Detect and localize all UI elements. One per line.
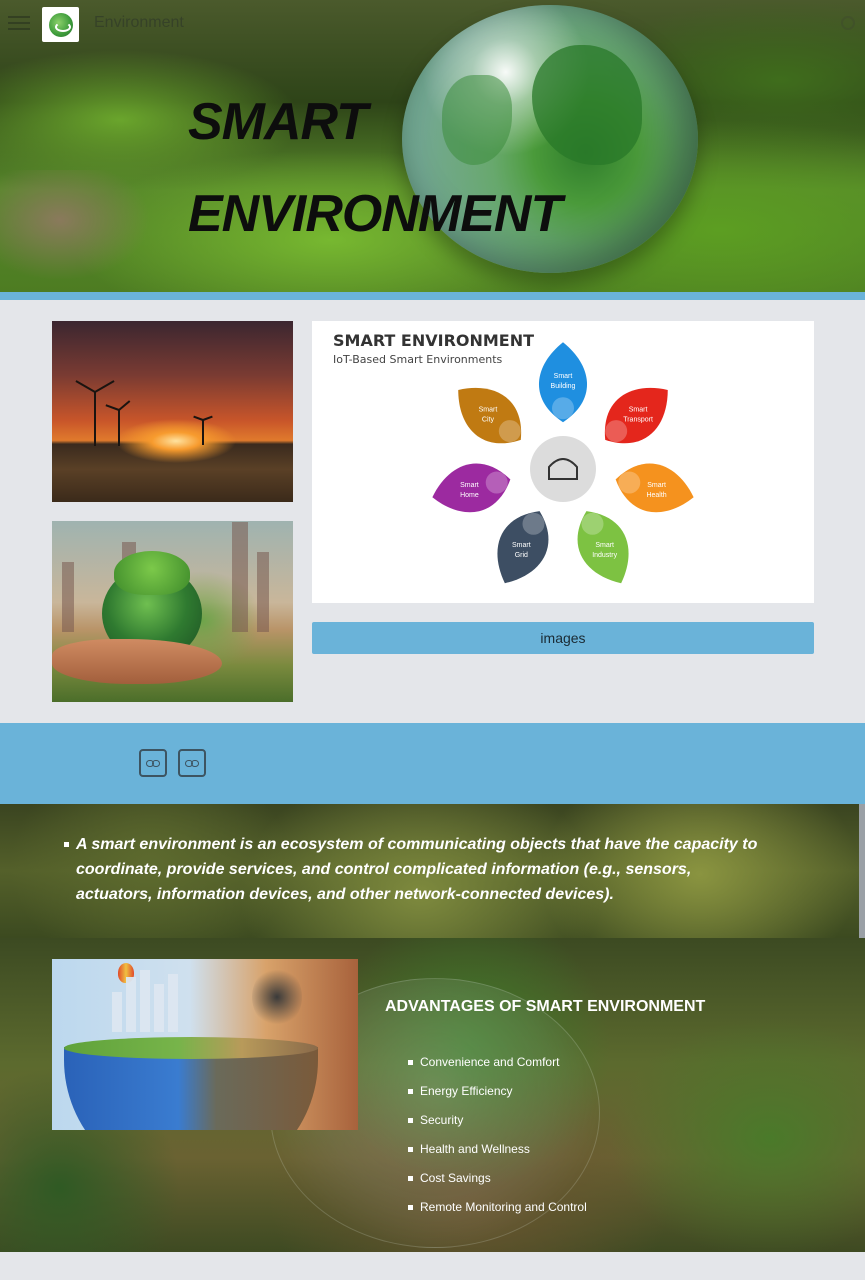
advantages-title: ADVANTAGES OF SMART ENVIRONMENT xyxy=(385,998,706,1015)
advantages-list: Convenience and Comfort Energy Efficienc… xyxy=(408,1055,587,1229)
petal-label: Building xyxy=(551,383,576,390)
search-icon[interactable] xyxy=(841,16,855,30)
petal-label: Smart xyxy=(479,407,498,414)
hamburger-menu-icon[interactable] xyxy=(8,16,30,32)
top-navigation-bar: Environment xyxy=(0,0,865,48)
advantage-item: Remote Monitoring and Control xyxy=(408,1200,587,1229)
hero-banner: Environment SMART ENVIRONMENT xyxy=(0,0,865,292)
definition-section: A smart environment is an ecosystem of c… xyxy=(0,804,865,938)
petal-home: Smart Home xyxy=(432,463,511,513)
links-band xyxy=(0,723,865,804)
petal-diagram: SmartBuildingSmartTransportSmartHealthSm… xyxy=(432,342,694,584)
advantage-item: Energy Efficiency xyxy=(408,1084,587,1113)
advantage-item: Health and Wellness xyxy=(408,1142,587,1171)
petal-health: Smart Health xyxy=(615,463,694,513)
petal-label: Grid xyxy=(515,552,528,559)
section-divider xyxy=(0,292,865,300)
petal-industry: Smart Industry xyxy=(577,511,629,584)
petal-label: Smart xyxy=(647,482,666,489)
petal-transport: Smart Transport xyxy=(604,387,668,444)
smart-environment-diagram: SMART ENVIRONMENT IoT-Based Smart Enviro… xyxy=(312,321,814,603)
scrollbar[interactable] xyxy=(859,804,865,938)
petal-label: Smart xyxy=(629,407,648,414)
petal-label: Home xyxy=(460,492,479,499)
link-icon xyxy=(185,759,199,767)
petal-city: Smart City xyxy=(458,387,522,444)
advantages-section: ADVANTAGES OF SMART ENVIRONMENT Convenie… xyxy=(0,938,865,1252)
advantage-item: Security xyxy=(408,1113,587,1142)
hero-soil xyxy=(0,170,160,290)
recycle-globe-icon xyxy=(48,12,73,37)
petal-label: Smart xyxy=(512,542,531,549)
link-button[interactable] xyxy=(178,749,206,777)
greenhouse-center-icon xyxy=(530,436,596,502)
petal-building: Smart Building xyxy=(538,342,588,423)
petal-label: Smart xyxy=(595,542,614,549)
definition-text: A smart environment is an ecosystem of c… xyxy=(76,836,758,903)
images-label-bar[interactable]: images xyxy=(312,622,814,654)
petal-label: Transport xyxy=(623,417,653,424)
hero-title-line-1: SMART xyxy=(188,93,368,151)
split-earth-image xyxy=(52,959,358,1130)
link-icon xyxy=(146,759,160,767)
petal-label: Smart xyxy=(460,482,479,489)
earth-in-hands-image xyxy=(52,521,293,702)
petal-label: City xyxy=(482,417,495,424)
advantage-item: Cost Savings xyxy=(408,1171,587,1200)
wind-turbine-sunset-image xyxy=(52,321,293,502)
bullet xyxy=(64,842,69,847)
site-logo[interactable] xyxy=(42,7,79,42)
link-button[interactable] xyxy=(139,749,167,777)
advantage-item: Convenience and Comfort xyxy=(408,1055,587,1084)
hero-title-line-2: ENVIRONMENT xyxy=(188,185,562,243)
petal-label: Health xyxy=(646,492,666,499)
petal-label: Smart xyxy=(554,373,573,380)
page-footer xyxy=(0,1252,865,1280)
site-title[interactable]: Environment xyxy=(94,14,184,32)
hero-title: SMART ENVIRONMENT xyxy=(188,76,562,260)
petal-label: Industry xyxy=(592,552,617,559)
petal-grid: Smart Grid xyxy=(497,511,549,584)
